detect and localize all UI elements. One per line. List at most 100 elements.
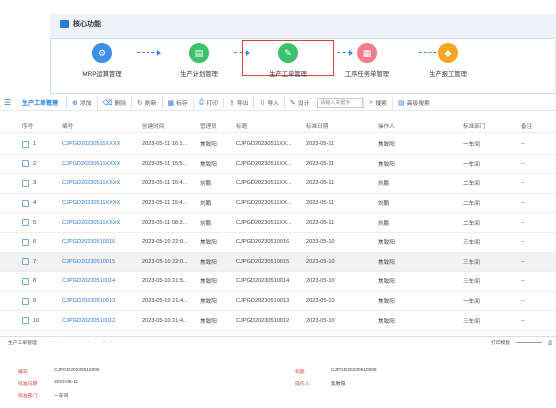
row-code[interactable]: CJPGD20230510015	[62, 259, 142, 265]
header-title[interactable]: 标题	[236, 122, 306, 130]
row-operator: 焦致阳	[378, 142, 395, 149]
field-title-value[interactable]: CJPGD20230510005	[331, 368, 377, 375]
flow-step-report[interactable]: ◆ 生产报工管理	[403, 43, 493, 78]
row-dept: 三车间	[463, 259, 480, 266]
row-operator: 焦致阳	[378, 279, 395, 286]
table-row[interactable]: 9 CJPGD20230510013 2023-05-10 21:4... 焦致阳 CJ…	[0, 292, 556, 312]
row-date: 2023-05-11	[306, 180, 335, 187]
import-label: 导入	[267, 101, 279, 107]
print-icon[interactable]: ⎙	[548, 340, 552, 346]
core-function-title: 核心功能	[73, 21, 101, 28]
table-row[interactable]: 1 CJPGD20230511XXXX 2023-05-11 16:1... 焦致阳 C…	[0, 135, 556, 155]
row-number: 7	[33, 258, 37, 265]
plan-icon: ▤	[189, 43, 209, 63]
row-checkbox[interactable]	[22, 238, 29, 246]
header-date[interactable]: 标准日期	[306, 122, 378, 130]
delete-button[interactable]: ⌫ 删除	[96, 96, 132, 109]
row-checkbox[interactable]	[22, 258, 29, 266]
search-button[interactable]: ⌕ 搜索	[363, 96, 392, 109]
row-no: 2	[0, 160, 62, 168]
row-code[interactable]: CJPGD20230511XXXX	[62, 161, 142, 167]
row-title: CJPGD20230511XX...	[236, 141, 292, 148]
row-manager: 焦致阳	[200, 279, 217, 286]
add-button[interactable]: ⊕ 添加	[66, 96, 96, 109]
row-checkbox[interactable]	[22, 219, 29, 227]
row-title: CJPGD20230511XX...	[236, 180, 292, 187]
template-label: 打印模板	[490, 341, 511, 346]
menu-icon[interactable]: ☰	[4, 98, 16, 107]
header-time[interactable]: 创建时间	[142, 122, 200, 130]
row-note: --	[521, 239, 525, 246]
record-nav[interactable]: ‹‹ ‹ › ››	[51, 340, 119, 345]
row-code[interactable]: CJPGD20230511XXXX	[62, 180, 142, 186]
filter-icon: ▤	[397, 99, 405, 107]
import-button[interactable]: ⇩ 导入	[253, 96, 283, 109]
refresh-icon: ↻	[137, 99, 143, 107]
process-flow: ⚙ MRP运算管理 ▤ 生产计划管理 ✎ 生产工单管理 ▦ 工序任务单管理 ◆ …	[50, 38, 554, 94]
design-button[interactable]: ✎ 设计	[283, 96, 314, 109]
field-dept-value[interactable]: 一车间	[54, 392, 68, 399]
row-code[interactable]: CJPGD20230511XXXX	[62, 141, 142, 147]
row-operator: 刘鹏	[378, 201, 390, 208]
row-code[interactable]: CJPGD20230510013	[62, 298, 142, 304]
row-checkbox[interactable]	[22, 199, 29, 207]
row-time: 2023-05-11 15:4...	[142, 180, 188, 187]
search-input[interactable]: 请输入关键字	[317, 97, 364, 108]
row-checkbox[interactable]	[22, 179, 29, 187]
row-code[interactable]: CJPGD20230510014	[62, 278, 142, 284]
advanced-search-button[interactable]: ▤ 高级搜索	[391, 96, 435, 109]
row-code[interactable]: CJPGD20230511XXXX	[62, 200, 142, 206]
template-select[interactable]	[516, 342, 543, 343]
row-number: 1	[33, 141, 37, 148]
flow-step-plan[interactable]: ▤ 生产计划管理	[154, 43, 244, 78]
row-note: --	[521, 278, 525, 285]
export-button[interactable]: ⇪ 导出	[222, 96, 253, 109]
table-row[interactable]: 2 CJPGD20230511XXXX 2023-05-11 15:5... 焦致阳 C…	[0, 155, 556, 175]
flow-step-mrp[interactable]: ⚙ MRP运算管理	[57, 43, 147, 78]
row-checkbox[interactable]	[22, 277, 29, 285]
row-date: 2023-05-11	[306, 200, 335, 207]
row-time: 2023-05-11 15:5...	[142, 160, 188, 167]
table-row[interactable]: 10 CJPGD20230510012 2023-05-10 21:4... 焦致阳 C…	[0, 311, 556, 331]
field-date-value[interactable]: 2023-05-11	[54, 380, 78, 387]
row-number: 8	[33, 278, 37, 285]
mrp-icon: ⚙	[92, 43, 112, 63]
row-manager: 焦致阳	[200, 240, 217, 247]
row-time: 2023-05-11 15:4...	[142, 200, 188, 207]
table-row[interactable]: 7 CJPGD20230510015 2023-05-10 22:0... 焦致阳 CJ…	[0, 252, 556, 273]
print-button[interactable]: ⎙ 打印	[192, 96, 223, 109]
header-manager[interactable]: 管理员	[200, 122, 236, 130]
row-checkbox[interactable]	[22, 160, 29, 168]
row-title: CJPGD20230511XX...	[236, 219, 292, 226]
table-row[interactable]: 3 CJPGD20230511XXXX 2023-05-11 15:4... 刘鹏 CJ…	[0, 174, 556, 194]
header-operator[interactable]: 操作人	[378, 122, 463, 130]
row-number: 4	[33, 200, 37, 207]
row-dept: 三车间	[463, 279, 480, 286]
table-header: 序号 编号 创建时间 管理员 标题 标准日期 操作人 标准部门 备注	[0, 119, 556, 133]
table-row[interactable]: 5 CJPGD20230511XXXX 2023-05-11 08:3... 刘鹏 CJ…	[0, 213, 556, 233]
header-no[interactable]: 序号	[0, 122, 62, 130]
row-checkbox[interactable]	[22, 297, 29, 305]
header-code[interactable]: 编号	[62, 122, 142, 130]
row-checkbox[interactable]	[22, 140, 29, 148]
row-checkbox[interactable]	[22, 317, 29, 325]
row-time: 2023-05-11 08:3...	[142, 219, 188, 226]
flow-step-task[interactable]: ▦ 工序任务单管理	[317, 43, 417, 78]
row-code[interactable]: CJPGD20230510012	[62, 318, 142, 324]
row-code[interactable]: CJPGD20230510016	[62, 239, 142, 245]
save-button[interactable]: ▦ 标存	[161, 96, 193, 109]
field-code-value[interactable]: CJPGD20230510005	[54, 368, 100, 375]
table-row[interactable]: 4 CJPGD20230511XXXX 2023-05-11 15:4... 刘鹏 CJ…	[0, 194, 556, 214]
row-code[interactable]: CJPGD20230511XXXX	[62, 220, 142, 226]
header-dept[interactable]: 标准部门	[463, 122, 521, 130]
field-title: 标题: CJPGD20230510005	[295, 368, 377, 375]
table-row[interactable]: 8 CJPGD20230510014 2023-05-10 21:5... 焦致阳 CJ…	[0, 272, 556, 292]
header-note[interactable]: 备注	[521, 122, 551, 130]
row-date: 2023-05-11	[306, 219, 335, 226]
row-dept: 三车间	[463, 318, 480, 325]
field-operator-value[interactable]: 焦致阳	[331, 380, 345, 387]
row-manager: 焦致阳	[200, 318, 217, 325]
refresh-button[interactable]: ↻ 刷新	[131, 96, 161, 109]
table-row[interactable]: 6 CJPGD20230510016 2023-05-10 22:0... 焦致阳 CJ…	[0, 233, 556, 253]
row-number: 6	[33, 239, 37, 246]
